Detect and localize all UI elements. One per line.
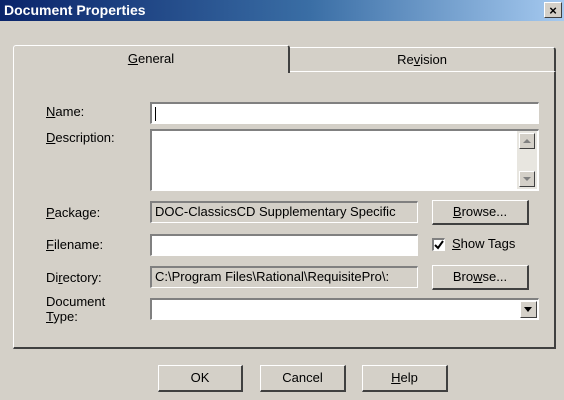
general-tab-panel [13, 71, 556, 349]
document-properties-dialog: Document Properties × General Revision N… [0, 0, 564, 400]
title-bar[interactable]: Document Properties × [0, 0, 564, 21]
help-button[interactable]: Help [362, 365, 448, 392]
tab-revision[interactable]: Revision [290, 47, 556, 71]
ok-button[interactable]: OK [158, 365, 243, 392]
close-icon: × [549, 3, 557, 18]
window-title: Document Properties [4, 2, 146, 18]
cancel-button[interactable]: Cancel [260, 365, 346, 392]
close-button[interactable]: × [544, 2, 562, 18]
tab-general[interactable]: General [13, 45, 290, 73]
